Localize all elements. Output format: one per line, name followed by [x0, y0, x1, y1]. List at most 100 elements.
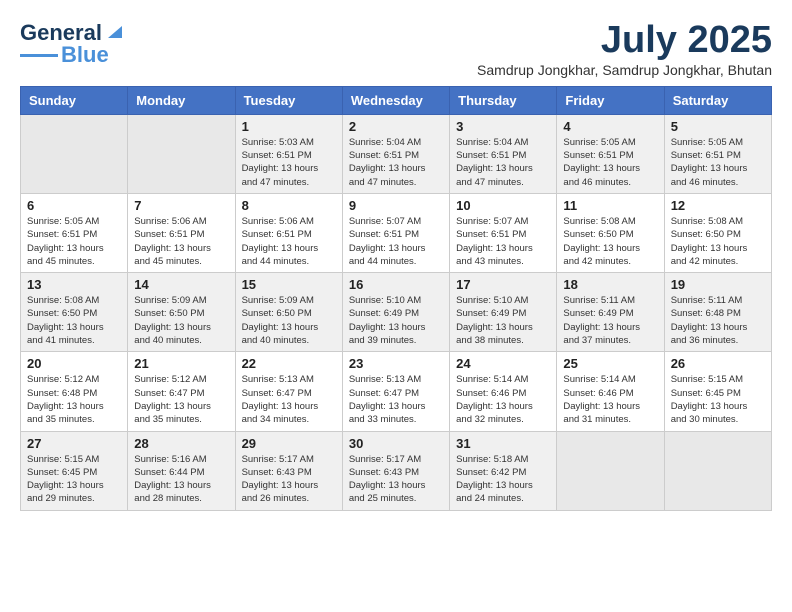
day-info: Sunrise: 5:12 AM Sunset: 6:47 PM Dayligh…: [134, 373, 228, 426]
day-info: Sunrise: 5:13 AM Sunset: 6:47 PM Dayligh…: [242, 373, 336, 426]
title-section: July 2025 Samdrup Jongkhar, Samdrup Jong…: [477, 20, 772, 78]
calendar-week-row: 1Sunrise: 5:03 AM Sunset: 6:51 PM Daylig…: [21, 114, 772, 193]
table-row: 10 Sunrise: 5:07 AM Sunset: 6:51 PM Dayli…: [450, 193, 557, 272]
table-row: 3 Sunrise: 5:04 AM Sunset: 6:51 PM Daylig…: [450, 114, 557, 193]
table-row: 17Sunrise: 5:10 AM Sunset: 6:49 PM Dayli…: [450, 273, 557, 352]
day-number: 11: [563, 198, 657, 213]
day-info: Sunrise: 5:15 AM Sunset: 6:45 PM Dayligh…: [671, 373, 765, 426]
day-number: 7: [134, 198, 228, 213]
day-number: 4: [563, 119, 657, 134]
day-info: Sunrise: 5:08 AM Sunset: 6:50 PM Dayligh…: [563, 215, 657, 268]
day-number: 14: [134, 277, 228, 292]
day-number: 16: [349, 277, 443, 292]
day-number: 28: [134, 436, 228, 451]
day-number: 13: [27, 277, 121, 292]
table-row: 25Sunrise: 5:14 AM Sunset: 6:46 PM Dayli…: [557, 352, 664, 431]
table-row: 15 Sunrise: 5:09 AM Sunset: 6:50 PM Dayli…: [235, 273, 342, 352]
day-info: Sunrise: 5:09 AM Sunset: 6:50 PM Dayligh…: [242, 294, 336, 347]
day-number: 26: [671, 356, 765, 371]
day-info: Sunrise: 5:11 AM Sunset: 6:49 PM Dayligh…: [563, 294, 657, 347]
day-info: Sunrise: 5:06 AM Sunset: 6:51 PM Dayligh…: [134, 215, 228, 268]
day-info: Sunrise: 5:05 AM Sunset: 6:51 PM Dayligh…: [671, 136, 765, 189]
col-sunday: Sunday: [21, 86, 128, 114]
calendar-week-row: 27 Sunrise: 5:15 AM Sunset: 6:45 PM Dayli…: [21, 431, 772, 510]
col-friday: Friday: [557, 86, 664, 114]
day-info: Sunrise: 5:12 AM Sunset: 6:48 PM Dayligh…: [27, 373, 121, 426]
table-row: 8Sunrise: 5:06 AM Sunset: 6:51 PM Daylig…: [235, 193, 342, 272]
day-number: 1: [242, 119, 336, 134]
table-row: 29Sunrise: 5:17 AM Sunset: 6:43 PM Dayli…: [235, 431, 342, 510]
table-row: 18 Sunrise: 5:11 AM Sunset: 6:49 PM Dayli…: [557, 273, 664, 352]
calendar-week-row: 13 Sunrise: 5:08 AM Sunset: 6:50 PM Dayli…: [21, 273, 772, 352]
table-row: 9Sunrise: 5:07 AM Sunset: 6:51 PM Daylig…: [342, 193, 449, 272]
logo: General Blue: [20, 20, 122, 68]
col-tuesday: Tuesday: [235, 86, 342, 114]
day-number: 23: [349, 356, 443, 371]
month-year-title: July 2025: [477, 20, 772, 62]
table-row: 6 Sunrise: 5:05 AM Sunset: 6:51 PM Daylig…: [21, 193, 128, 272]
table-row: 16Sunrise: 5:10 AM Sunset: 6:49 PM Dayli…: [342, 273, 449, 352]
day-number: 30: [349, 436, 443, 451]
day-number: 20: [27, 356, 121, 371]
table-row: 11 Sunrise: 5:08 AM Sunset: 6:50 PM Dayli…: [557, 193, 664, 272]
table-row: 20 Sunrise: 5:12 AM Sunset: 6:48 PM Dayli…: [21, 352, 128, 431]
day-info: Sunrise: 5:15 AM Sunset: 6:45 PM Dayligh…: [27, 453, 121, 506]
day-number: 5: [671, 119, 765, 134]
day-info: Sunrise: 5:16 AM Sunset: 6:44 PM Dayligh…: [134, 453, 228, 506]
table-row: 21 Sunrise: 5:12 AM Sunset: 6:47 PM Dayli…: [128, 352, 235, 431]
col-saturday: Saturday: [664, 86, 771, 114]
day-info: Sunrise: 5:13 AM Sunset: 6:47 PM Dayligh…: [349, 373, 443, 426]
logo-line: [20, 54, 58, 57]
col-monday: Monday: [128, 86, 235, 114]
calendar-week-row: 6 Sunrise: 5:05 AM Sunset: 6:51 PM Daylig…: [21, 193, 772, 272]
day-number: 3: [456, 119, 550, 134]
day-info: Sunrise: 5:05 AM Sunset: 6:51 PM Dayligh…: [563, 136, 657, 189]
table-row: [21, 114, 128, 193]
day-number: 6: [27, 198, 121, 213]
calendar-header-row: Sunday Monday Tuesday Wednesday Thursday…: [21, 86, 772, 114]
table-row: 24Sunrise: 5:14 AM Sunset: 6:46 PM Dayli…: [450, 352, 557, 431]
calendar-table: Sunday Monday Tuesday Wednesday Thursday…: [20, 86, 772, 511]
table-row: 5 Sunrise: 5:05 AM Sunset: 6:51 PM Daylig…: [664, 114, 771, 193]
col-wednesday: Wednesday: [342, 86, 449, 114]
table-row: 14 Sunrise: 5:09 AM Sunset: 6:50 PM Dayli…: [128, 273, 235, 352]
table-row: 31 Sunrise: 5:18 AM Sunset: 6:42 PM Dayli…: [450, 431, 557, 510]
day-number: 17: [456, 277, 550, 292]
day-info: Sunrise: 5:05 AM Sunset: 6:51 PM Dayligh…: [27, 215, 121, 268]
table-row: [664, 431, 771, 510]
table-row: 27 Sunrise: 5:15 AM Sunset: 6:45 PM Dayli…: [21, 431, 128, 510]
table-row: 22Sunrise: 5:13 AM Sunset: 6:47 PM Dayli…: [235, 352, 342, 431]
day-number: 29: [242, 436, 336, 451]
day-number: 31: [456, 436, 550, 451]
day-number: 15: [242, 277, 336, 292]
day-info: Sunrise: 5:14 AM Sunset: 6:46 PM Dayligh…: [563, 373, 657, 426]
day-info: Sunrise: 5:08 AM Sunset: 6:50 PM Dayligh…: [671, 215, 765, 268]
logo-icon: [104, 20, 122, 38]
day-number: 2: [349, 119, 443, 134]
day-info: Sunrise: 5:04 AM Sunset: 6:51 PM Dayligh…: [456, 136, 550, 189]
table-row: 28 Sunrise: 5:16 AM Sunset: 6:44 PM Dayli…: [128, 431, 235, 510]
day-info: Sunrise: 5:14 AM Sunset: 6:46 PM Dayligh…: [456, 373, 550, 426]
table-row: 26 Sunrise: 5:15 AM Sunset: 6:45 PM Dayli…: [664, 352, 771, 431]
table-row: 1Sunrise: 5:03 AM Sunset: 6:51 PM Daylig…: [235, 114, 342, 193]
table-row: 30Sunrise: 5:17 AM Sunset: 6:43 PM Dayli…: [342, 431, 449, 510]
table-row: [557, 431, 664, 510]
table-row: 13 Sunrise: 5:08 AM Sunset: 6:50 PM Dayli…: [21, 273, 128, 352]
table-row: [128, 114, 235, 193]
day-info: Sunrise: 5:18 AM Sunset: 6:42 PM Dayligh…: [456, 453, 550, 506]
day-number: 9: [349, 198, 443, 213]
table-row: 23 Sunrise: 5:13 AM Sunset: 6:47 PM Dayli…: [342, 352, 449, 431]
table-row: 2Sunrise: 5:04 AM Sunset: 6:51 PM Daylig…: [342, 114, 449, 193]
day-number: 19: [671, 277, 765, 292]
day-info: Sunrise: 5:07 AM Sunset: 6:51 PM Dayligh…: [456, 215, 550, 268]
col-thursday: Thursday: [450, 86, 557, 114]
day-info: Sunrise: 5:08 AM Sunset: 6:50 PM Dayligh…: [27, 294, 121, 347]
day-number: 10: [456, 198, 550, 213]
day-number: 8: [242, 198, 336, 213]
day-number: 27: [27, 436, 121, 451]
day-number: 21: [134, 356, 228, 371]
page-header: General Blue July 2025 Samdrup Jongkhar,…: [20, 20, 772, 78]
day-info: Sunrise: 5:09 AM Sunset: 6:50 PM Dayligh…: [134, 294, 228, 347]
calendar-week-row: 20 Sunrise: 5:12 AM Sunset: 6:48 PM Dayli…: [21, 352, 772, 431]
day-number: 18: [563, 277, 657, 292]
